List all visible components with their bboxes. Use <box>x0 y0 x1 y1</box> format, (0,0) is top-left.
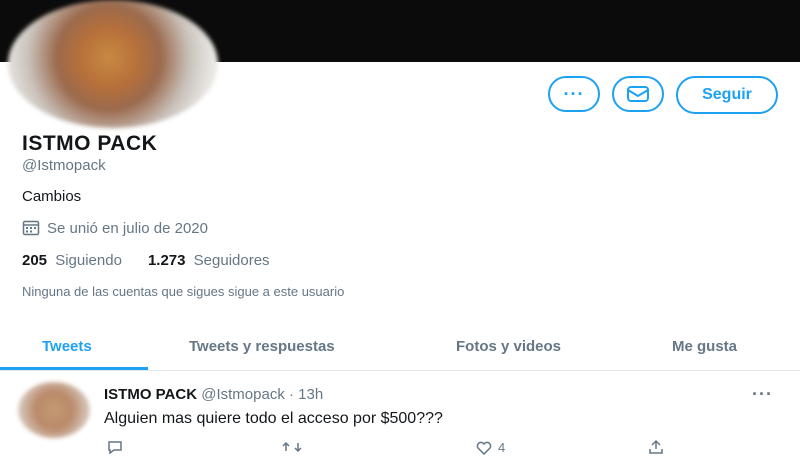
retweet-icon-shape <box>282 441 302 453</box>
following-label: Siguiendo <box>55 252 122 269</box>
heart-icon <box>476 441 492 455</box>
profile-name: ISTMO PACK <box>22 132 158 155</box>
tab-tweets[interactable]: Tweets <box>42 338 92 355</box>
profile-stats: 205 Siguiendo 1.273 Seguidores <box>22 252 270 269</box>
following-link[interactable]: 205 Siguiendo <box>22 252 122 269</box>
followers-you-know-notice: Ninguna de las cuentas que sigues sigue … <box>22 284 345 299</box>
tweet-avatar[interactable] <box>18 382 90 438</box>
followers-link[interactable]: 1.273 Seguidores <box>148 252 270 269</box>
profile-handle: @Istmopack <box>22 157 106 174</box>
reply-icon[interactable] <box>106 440 124 457</box>
retweet-icon[interactable] <box>282 440 302 457</box>
tab-media[interactable]: Fotos y videos <box>456 338 561 355</box>
followers-count: 1.273 <box>147 252 186 269</box>
joined-text: Se unió en julio de 2020 <box>47 219 208 237</box>
more-options-button[interactable]: ··· <box>548 76 600 112</box>
tab-likes[interactable]: Me gusta <box>672 338 737 355</box>
tweet-more-icon[interactable]: ··· <box>752 384 773 405</box>
joined-date: Se unió en julio de 2020 <box>22 219 208 237</box>
active-tab-indicator <box>0 367 148 370</box>
tweet-meta: @Istmopack · 13h <box>201 386 324 403</box>
followers-label: Seguidores <box>193 252 270 269</box>
tweet-header: ISTMO PACK @Istmopack · 13h <box>104 386 323 403</box>
share-icon[interactable] <box>648 439 664 457</box>
like-button[interactable]: 4 <box>476 440 505 455</box>
tweet-author-name[interactable]: ISTMO PACK <box>104 386 197 403</box>
share-icon-shape <box>649 439 663 454</box>
reply-icon-shape <box>108 441 122 455</box>
follow-button[interactable]: Seguir <box>676 76 778 114</box>
profile-tabs: Tweets Tweets y respuestas Fotos y video… <box>0 330 800 371</box>
mail-icon <box>627 86 649 102</box>
following-count: 205 <box>22 252 48 269</box>
calendar-icon <box>22 220 40 236</box>
profile-bio: Cambios <box>22 188 82 205</box>
tweet-text: Alguien mas quiere todo el acceso por $5… <box>104 410 443 427</box>
profile-avatar[interactable] <box>8 0 218 128</box>
more-dots-icon: ··· <box>563 83 585 104</box>
tab-tweets-replies[interactable]: Tweets y respuestas <box>189 338 335 355</box>
like-count: 4 <box>498 440 506 455</box>
message-button[interactable] <box>612 76 664 112</box>
